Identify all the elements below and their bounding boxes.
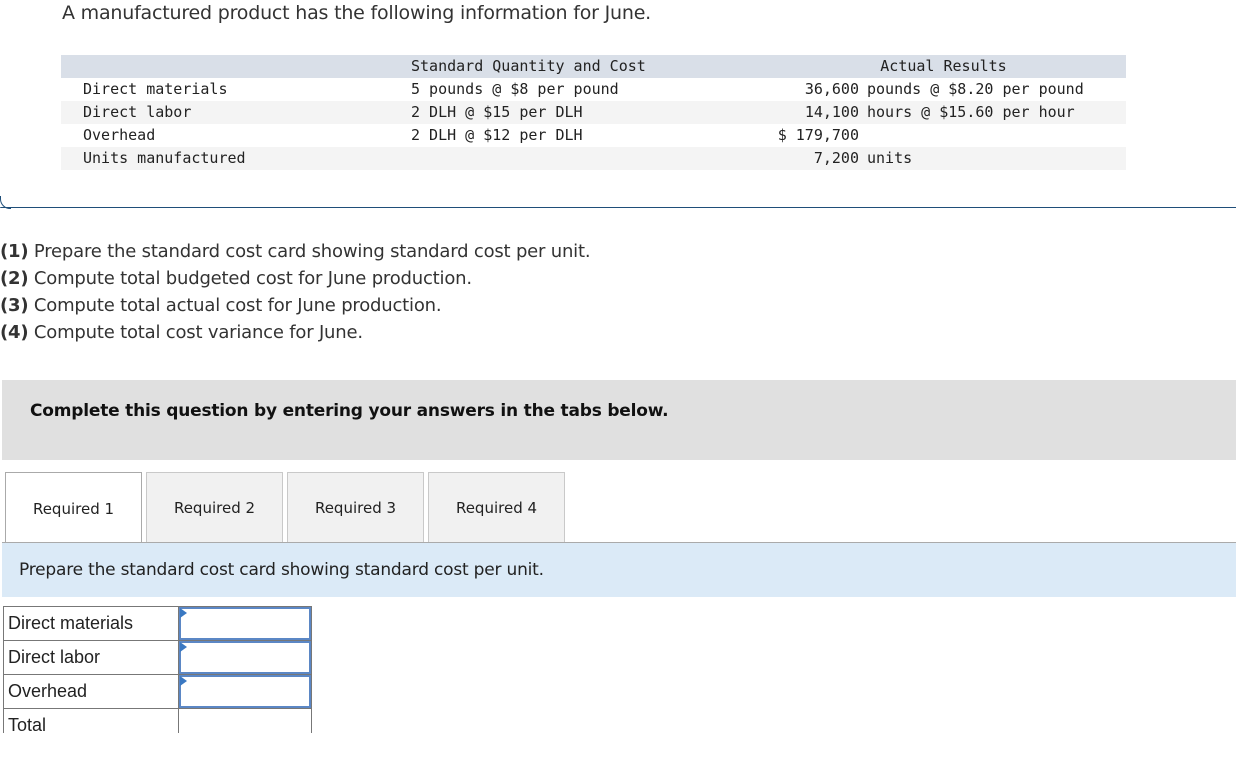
answer-table: Direct materials Direct labor Overhead T… bbox=[3, 606, 312, 743]
info-table-header: Standard Quantity and Cost Actual Result… bbox=[61, 55, 1126, 78]
prompt-banner: Prepare the standard cost card showing s… bbox=[2, 543, 1236, 597]
header-actual: Actual Results bbox=[880, 57, 1007, 75]
info-row: Direct labor 2 DLH @ $15 per DLH 14,100 … bbox=[61, 101, 1126, 124]
row-standard: 5 pounds @ $8 per pound bbox=[411, 80, 619, 98]
row-actual-detail: units bbox=[867, 149, 913, 167]
section-divider bbox=[0, 207, 1236, 208]
viewport-cutoff bbox=[0, 733, 1236, 763]
tab-required-2[interactable]: Required 2 bbox=[146, 472, 283, 542]
row-actual-detail: pounds @ $8.20 per pound bbox=[867, 80, 1084, 98]
requirements-list: (1) Prepare the standard cost card showi… bbox=[0, 238, 591, 346]
answer-row: Direct materials bbox=[3, 606, 312, 641]
requirement-number: (1) bbox=[0, 241, 29, 262]
info-table: Standard Quantity and Cost Actual Result… bbox=[61, 55, 1126, 170]
answer-cell bbox=[178, 640, 312, 675]
requirement-number: (3) bbox=[0, 295, 29, 316]
input-flag-icon bbox=[180, 642, 187, 652]
row-label: Overhead bbox=[83, 126, 156, 144]
row-standard: 2 DLH @ $12 per DLH bbox=[411, 126, 583, 144]
tab-required-1[interactable]: Required 1 bbox=[5, 472, 142, 544]
requirement-text: Compute total actual cost for June produ… bbox=[28, 295, 442, 316]
answer-row: Direct labor bbox=[3, 640, 312, 675]
header-standard: Standard Quantity and Cost bbox=[411, 57, 646, 75]
row-actual-amount: 7,200 bbox=[813, 149, 859, 167]
row-actual-amount: 14,100 bbox=[804, 103, 859, 121]
input-flag-icon bbox=[180, 676, 187, 686]
row-label: Direct labor bbox=[83, 103, 192, 121]
answer-label: Overhead bbox=[3, 674, 179, 709]
answer-label: Direct materials bbox=[3, 606, 179, 641]
answer-label: Direct labor bbox=[3, 640, 179, 675]
row-label: Direct materials bbox=[83, 80, 228, 98]
requirement-item: (1) Prepare the standard cost card showi… bbox=[0, 238, 591, 265]
requirement-item: (3) Compute total actual cost for June p… bbox=[0, 292, 590, 319]
instruction-banner: Complete this question by entering your … bbox=[2, 380, 1236, 460]
requirement-text: Compute total cost variance for June. bbox=[28, 322, 363, 343]
row-label: Units manufactured bbox=[83, 149, 246, 167]
input-flag-icon bbox=[180, 608, 187, 618]
row-actual-amount: 36,600 bbox=[804, 80, 859, 98]
answer-cell bbox=[178, 606, 312, 641]
requirement-text: Prepare the standard cost card showing s… bbox=[28, 241, 591, 262]
requirement-text: Compute total budgeted cost for June pro… bbox=[28, 268, 472, 289]
requirement-item: (2) Compute total budgeted cost for June… bbox=[0, 265, 590, 292]
requirement-number: (4) bbox=[0, 322, 29, 343]
intro-text: A manufactured product has the following… bbox=[62, 2, 652, 24]
info-row: Overhead 2 DLH @ $12 per DLH $ 179,700 bbox=[61, 124, 1126, 147]
tab-required-4[interactable]: Required 4 bbox=[428, 472, 565, 542]
row-actual-amount: $ 179,700 bbox=[777, 126, 859, 144]
tab-required-3[interactable]: Required 3 bbox=[287, 472, 424, 542]
info-row: Direct materials 5 pounds @ $8 per pound… bbox=[61, 78, 1126, 101]
tab-bar: Required 1 Required 2 Required 3 Require… bbox=[5, 472, 569, 544]
answer-row: Overhead bbox=[3, 674, 312, 709]
prompt-text: Prepare the standard cost card showing s… bbox=[19, 560, 544, 580]
direct-materials-input[interactable] bbox=[179, 607, 311, 640]
direct-labor-input[interactable] bbox=[179, 641, 311, 674]
row-actual-detail bbox=[859, 124, 1126, 147]
row-standard: 2 DLH @ $15 per DLH bbox=[411, 103, 583, 121]
row-standard bbox=[383, 147, 761, 170]
row-actual-detail: hours @ $15.60 per hour bbox=[867, 103, 1075, 121]
answer-cell bbox=[178, 674, 312, 709]
instruction-text: Complete this question by entering your … bbox=[30, 401, 669, 421]
requirement-item: (4) Compute total cost variance for June… bbox=[0, 319, 590, 346]
overhead-input[interactable] bbox=[179, 675, 311, 708]
info-row: Units manufactured 7,200 units bbox=[61, 147, 1126, 170]
header-blank bbox=[61, 55, 383, 78]
requirement-number: (2) bbox=[0, 268, 29, 289]
